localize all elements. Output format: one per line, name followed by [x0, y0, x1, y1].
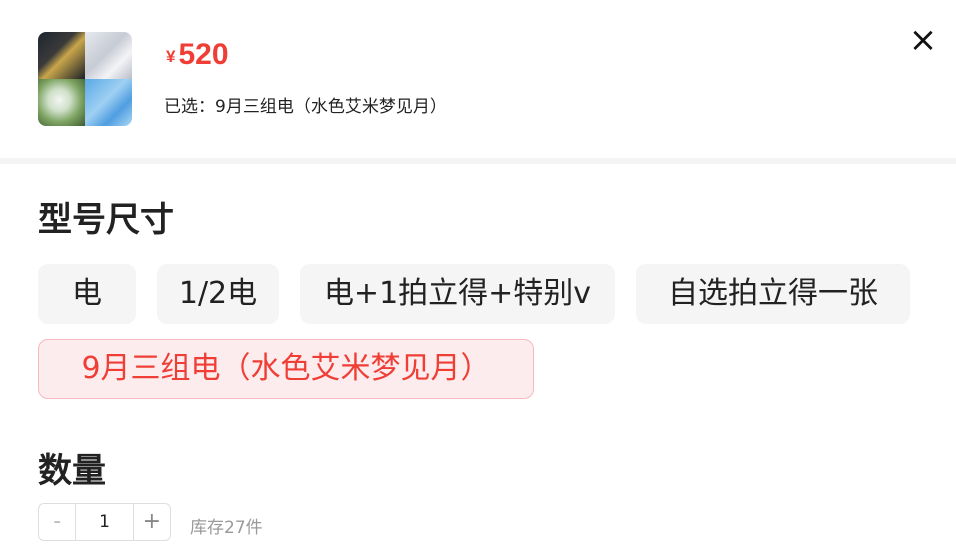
spec-option-half-dian[interactable]: 1/2电	[157, 264, 279, 324]
product-price: ¥520	[166, 38, 229, 72]
close-icon[interactable]: ×	[905, 22, 941, 58]
thumbnail-quadrant	[38, 32, 85, 79]
spec-option-dian[interactable]: 电	[38, 264, 136, 324]
selected-spec-text: 已选：9月三组电（水色艾米梦见月）	[164, 97, 447, 117]
price-value: 520	[178, 38, 229, 71]
spec-option-september-set[interactable]: 9月三组电（水色艾米梦见月）	[38, 339, 534, 399]
decrement-button[interactable]: -	[39, 504, 75, 540]
increment-button[interactable]: +	[134, 504, 170, 540]
spec-option-custom-polaroid[interactable]: 自选拍立得一张	[636, 264, 910, 324]
thumbnail-quadrant	[85, 79, 132, 126]
product-header: ¥520 已选：9月三组电（水色艾米梦见月） ×	[0, 0, 956, 164]
spec-option-dian-polaroid-special[interactable]: 电+1拍立得+特别v	[300, 264, 615, 324]
spec-section-title: 型号尺寸	[38, 200, 174, 240]
product-thumbnail	[38, 32, 132, 126]
currency-symbol: ¥	[166, 47, 176, 66]
thumbnail-quadrant	[85, 32, 132, 79]
quantity-section-title: 数量	[38, 451, 106, 491]
stock-count: 库存27件	[190, 518, 263, 538]
quantity-input[interactable]: 1	[75, 504, 134, 540]
thumbnail-quadrant	[38, 79, 85, 126]
quantity-stepper: - 1 +	[38, 503, 171, 541]
